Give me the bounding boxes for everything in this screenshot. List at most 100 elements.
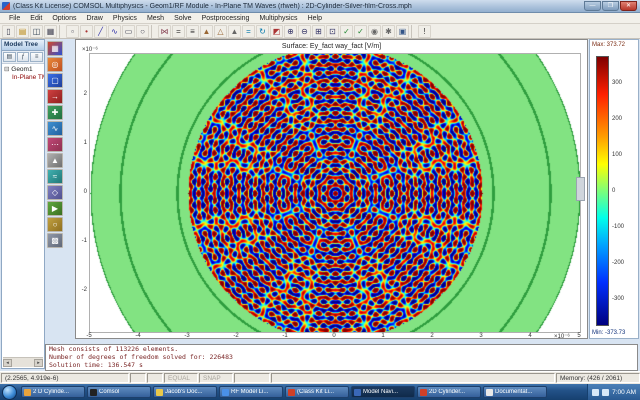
window-icon [420,389,427,396]
check-geometry-icon[interactable]: ✓ [340,25,353,38]
geometry-mode-icon[interactable]: ○ [47,217,63,232]
solve-icon[interactable]: = [242,25,255,38]
contour-plot-icon[interactable]: ◎ [47,57,63,72]
menu-options[interactable]: Options [47,15,81,22]
x-axis-tick-3: 3 [474,333,488,339]
title-bar[interactable]: (Class Kit License) COMSOL Multiphysics … [0,0,640,13]
taskbar-button-7[interactable]: 2D Cylinder... [417,386,481,398]
model-tree-title: Model Tree [2,40,44,51]
taskbar-button-2[interactable]: Comsol [87,386,151,398]
new-file-icon[interactable]: ▯ [2,25,15,38]
taskbar-button-8[interactable]: Documentat... [483,386,547,398]
zoom-in-icon[interactable]: ⊕ [284,25,297,38]
x-axis-tick-1: 1 [376,333,390,339]
y-axis-tick--2: -2 [77,287,87,293]
particle-tracing-plot-icon[interactable]: ⋯ [47,137,63,152]
toolbar-separator [59,25,64,38]
toolbar-separator [151,25,156,38]
boundary-plot-icon[interactable]: ▢ [47,73,63,88]
lock-icon[interactable]: ◉ [368,25,381,38]
deformed-shape-plot-icon[interactable]: ≈ [47,169,63,184]
tree-item-geom1[interactable]: ⊟ Geom1 [4,66,44,74]
menu-mesh[interactable]: Mesh [142,15,169,22]
task-label: (Class Kit Li... [297,389,334,395]
axes-grid-settings-icon[interactable]: ≡ [186,25,199,38]
zoom-out-icon[interactable]: ⊖ [298,25,311,38]
tray-icon-1[interactable] [592,389,599,396]
menu-multiphysics[interactable]: Multiphysics [254,15,302,22]
surface-plot-icon[interactable]: ▦ [47,41,63,56]
arrow-plot-icon[interactable]: → [47,89,63,104]
plot-toolbar: ▦◎▢→✚∿⋯▲≈◇▶○▩ [47,41,69,248]
plot-parameters-icon[interactable]: ◩ [270,25,283,38]
colorbar-panel: Max: 373.72 Min: -373.73 3002001000-100-… [589,39,639,339]
maximize-button[interactable]: ❐ [602,1,619,11]
select-mode-icon[interactable]: ▫ [66,25,79,38]
window-icon [156,389,163,396]
simulation-surface-plot[interactable] [90,54,580,332]
model-tree-hscrollbar[interactable]: ◂ ▸ [3,357,43,367]
menu-solve[interactable]: Solve [169,15,197,22]
menu-file[interactable]: File [4,15,25,22]
taskbar-button-4[interactable]: RF Model Li... [219,386,283,398]
help-icon[interactable]: ! [418,25,431,38]
principal-plot-icon[interactable]: ✚ [47,105,63,120]
draw-line-icon[interactable]: ╱ [94,25,107,38]
tree-view-tab-1[interactable]: ▤ [3,52,16,62]
menu-draw[interactable]: Draw [81,15,107,22]
print-icon[interactable]: ▦ [44,25,57,38]
menu-postprocessing[interactable]: Postprocessing [197,15,255,22]
tree-view-tab-3[interactable]: ≡ [30,52,43,62]
draw-point-icon[interactable]: • [80,25,93,38]
taskbar-button-5[interactable]: (Class Kit Li... [285,386,349,398]
scroll-left-icon[interactable]: ◂ [3,359,12,367]
start-button[interactable] [2,385,17,400]
menu-edit[interactable]: Edit [25,15,47,22]
open-file-icon[interactable]: ▤ [16,25,29,38]
scroll-right-icon[interactable]: ▸ [34,359,43,367]
taskbar-button-6[interactable]: Model Navi... [351,386,415,398]
menu-physics[interactable]: Physics [108,15,142,22]
log-line-3: Solution time: 136.547 s [46,361,637,369]
status-cell-empty-1 [130,373,146,383]
preferences-icon[interactable]: ✱ [382,25,395,38]
check-all-icon[interactable]: ✓ [354,25,367,38]
menu-help[interactable]: Help [303,15,327,22]
save-file-icon[interactable]: ◫ [30,25,43,38]
y-axis-tick-1: 1 [77,140,87,146]
tree-item-in-plane[interactable]: In-Plane TM Waves (rfweh) [4,74,44,82]
log-line-2: Number of degrees of freedom solved for:… [46,353,637,361]
tray-icon-2[interactable] [602,389,609,396]
x-axis-tick-0: 0 [327,333,341,339]
mesh-mode-icon[interactable]: ▲ [200,25,213,38]
close-button[interactable]: ✕ [620,1,637,11]
plot-settings-icon[interactable]: ▩ [47,233,63,248]
animate-plot-icon[interactable]: ▶ [47,201,63,216]
task-label: Documentat... [495,389,532,395]
refine-mesh-icon[interactable]: ▲ [228,25,241,38]
message-log[interactable]: Mesh consists of 113226 elements.Number … [45,344,638,371]
restart-solve-icon[interactable]: ↻ [256,25,269,38]
zoom-extents-icon[interactable]: ⊡ [326,25,339,38]
system-tray: 7:00 AM [587,384,640,400]
minimize-button[interactable]: — [584,1,601,11]
taskbar-button-3[interactable]: Jacob's Doc... [153,386,217,398]
max-min-marker-plot-icon[interactable]: ▲ [47,153,63,168]
draw-ellipse-icon[interactable]: ○ [136,25,149,38]
tree-view-tab-2[interactable]: ƒ [17,52,30,62]
plot-scrollbar-thumb[interactable] [576,177,585,201]
streamline-plot-icon[interactable]: ∿ [47,121,63,136]
draw-rectangle-icon[interactable]: ▭ [122,25,135,38]
geometry-edges-plot-icon[interactable]: ◇ [47,185,63,200]
colorbar-tick--200: -200 [612,260,624,266]
mirror-icon[interactable]: ⋈ [158,25,171,38]
zoom-window-icon[interactable]: ⊞ [312,25,325,38]
equal-indicator[interactable]: EQUAL [164,373,198,383]
snap-indicator[interactable]: SNAP [199,373,233,383]
draw-curve-icon[interactable]: ∿ [108,25,121,38]
initialize-mesh-icon[interactable]: △ [214,25,227,38]
taskbar-button-1[interactable]: 2 D Cylinde... [21,386,85,398]
model-navigator-icon[interactable]: ▣ [396,25,409,38]
colorbar-tick-200: 200 [612,116,622,122]
scale-equal-icon[interactable]: = [172,25,185,38]
